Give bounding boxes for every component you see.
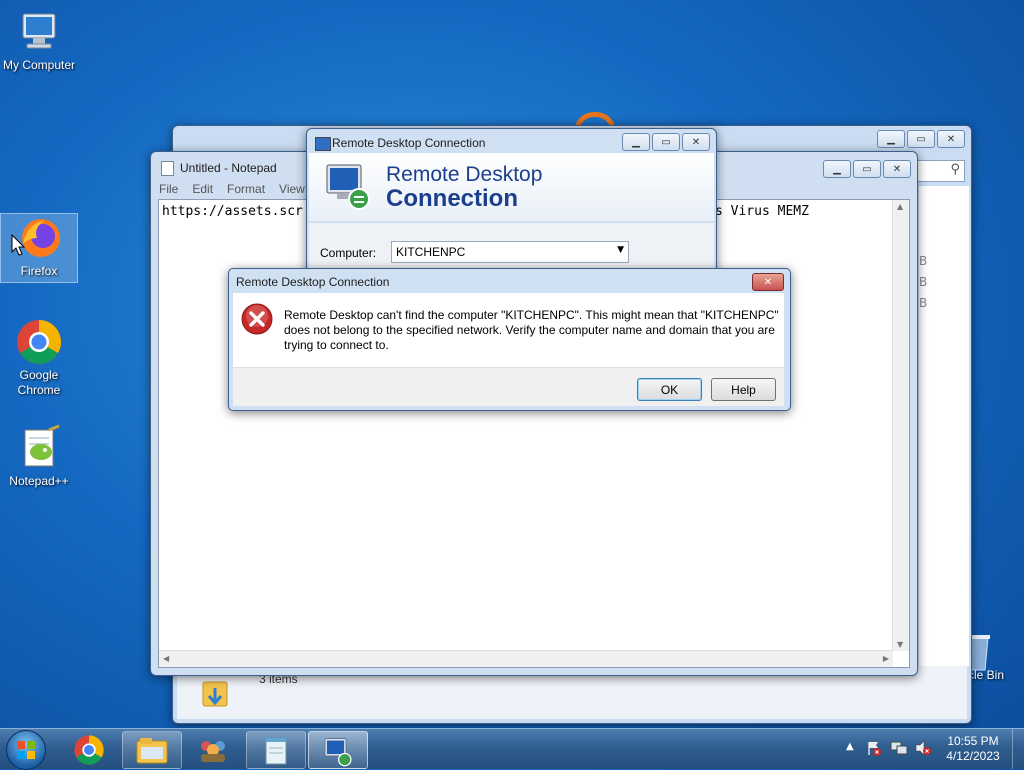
menu-view[interactable]: View — [279, 182, 305, 196]
chrome-icon — [74, 735, 104, 765]
desktop-icon-label: Firefox — [20, 264, 58, 278]
text-content-left: https://assets.scr — [162, 204, 303, 219]
desktop-icon-chrome[interactable]: Google Chrome — [1, 318, 77, 398]
firefox-icon — [11, 214, 63, 262]
scroll-up-arrow-icon[interactable]: ▲ — [897, 202, 903, 211]
window-title: Untitled - Notepad — [180, 161, 277, 175]
desktop-icon-my-computer[interactable]: My Computer — [1, 8, 77, 73]
size-fragment: B — [919, 275, 928, 289]
dialog-title: Remote Desktop Connection — [236, 275, 390, 289]
taskbar-explorer[interactable] — [122, 731, 182, 769]
notepad-app-icon — [161, 161, 174, 176]
window-title: Remote Desktop Connection — [332, 136, 486, 150]
explorer-content: B B B — [919, 186, 969, 666]
menu-bar: File Edit Format View — [159, 182, 305, 196]
search-box[interactable]: ⚲ — [911, 160, 965, 182]
help-button[interactable]: Help — [711, 378, 776, 401]
close-button[interactable]: ✕ — [752, 273, 784, 291]
rdc-body: Computer: KITCHENPC ▼ — [309, 223, 714, 272]
computer-icon — [15, 8, 63, 56]
menu-format[interactable]: Format — [227, 182, 265, 196]
volume-muted-icon[interactable] — [914, 740, 932, 756]
close-button[interactable]: ✕ — [883, 160, 911, 178]
scroll-left-arrow-icon[interactable]: ◀ — [163, 654, 169, 663]
rdc-logo-icon — [323, 159, 373, 214]
show-desktop-button[interactable] — [1012, 729, 1024, 769]
clock-date: 4/12/2023 — [946, 749, 1000, 763]
vertical-scrollbar[interactable]: ▲ ▼ — [892, 200, 909, 651]
menu-edit[interactable]: Edit — [192, 182, 213, 196]
chevron-down-icon[interactable]: ▼ — [617, 245, 624, 255]
chrome-icon — [15, 318, 63, 366]
text-content-right: s Virus MEMZ — [715, 204, 809, 219]
error-icon — [241, 303, 273, 338]
start-button[interactable] — [6, 730, 46, 770]
notepadpp-icon — [15, 424, 63, 472]
people-icon — [201, 741, 225, 762]
scroll-down-arrow-icon[interactable]: ▼ — [897, 640, 903, 649]
ok-button[interactable]: OK — [637, 378, 702, 401]
minimize-button[interactable]: ▁ — [877, 130, 905, 148]
close-button[interactable]: ✕ — [682, 133, 710, 151]
rdc-heading-line2: Connection — [386, 185, 518, 212]
maximize-button[interactable]: ▭ — [853, 160, 881, 178]
notepad-icon — [265, 738, 287, 765]
maximize-button[interactable]: ▭ — [652, 133, 680, 151]
taskbar: ▲ 10:55 PM 4/12/2023 — [0, 728, 1024, 770]
maximize-button[interactable]: ▭ — [907, 130, 935, 148]
rdc-window[interactable]: Remote Desktop Connection ▁ ▭ ✕ Remote D… — [306, 128, 717, 275]
menu-file[interactable]: File — [159, 182, 178, 196]
rdc-heading-line1: Remote Desktop — [386, 163, 543, 186]
desktop-icon-firefox[interactable]: Firefox — [0, 213, 78, 283]
desktop-icon-label: Notepad++ — [9, 474, 69, 488]
minimize-button[interactable]: ▁ — [622, 133, 650, 151]
scroll-right-arrow-icon[interactable]: ▶ — [883, 654, 889, 663]
remote-desktop-icon — [324, 738, 352, 767]
search-icon: ⚲ — [950, 162, 960, 177]
error-dialog[interactable]: Remote Desktop Connection ✕ Remote Deskt… — [228, 268, 791, 411]
show-hidden-icons-chevron-icon[interactable]: ▲ — [846, 741, 854, 752]
folder-icon — [136, 738, 168, 764]
error-message: Remote Desktop can't find the computer "… — [284, 308, 779, 352]
rdc-app-icon — [315, 137, 331, 151]
mouse-cursor-icon — [11, 234, 26, 256]
windows-logo-icon — [17, 741, 35, 759]
clock-time: 10:55 PM — [947, 734, 999, 748]
taskbar-notepad[interactable] — [246, 731, 306, 769]
size-fragment: B — [919, 296, 928, 310]
minimize-button[interactable]: ▁ — [823, 160, 851, 178]
horizontal-scrollbar[interactable]: ◀ ▶ — [159, 650, 893, 667]
folder-icon — [201, 676, 229, 707]
clock[interactable]: 10:55 PM 4/12/2023 — [940, 734, 1006, 764]
desktop-icon-notepadpp[interactable]: Notepad++ — [1, 424, 77, 489]
size-fragment: B — [919, 254, 928, 268]
dialog-body: Remote Desktop can't find the computer "… — [233, 293, 784, 367]
taskbar-chrome[interactable] — [60, 731, 118, 767]
network-icon[interactable] — [890, 740, 908, 756]
taskbar-app-people[interactable] — [184, 731, 242, 767]
close-button[interactable]: ✕ — [937, 130, 965, 148]
action-center-flag-icon[interactable] — [866, 740, 882, 756]
taskbar-remote-desktop[interactable] — [308, 731, 368, 769]
computer-value: KITCHENPC — [396, 245, 466, 259]
desktop-icon-label: Google Chrome — [17, 368, 61, 397]
rdc-header: Remote Desktop Connection — [309, 153, 714, 221]
desktop-icon-label: My Computer — [2, 58, 76, 72]
computer-label: Computer: — [320, 246, 377, 260]
dialog-footer: OK Help — [233, 367, 784, 406]
computer-combobox[interactable]: KITCHENPC ▼ — [391, 241, 629, 263]
